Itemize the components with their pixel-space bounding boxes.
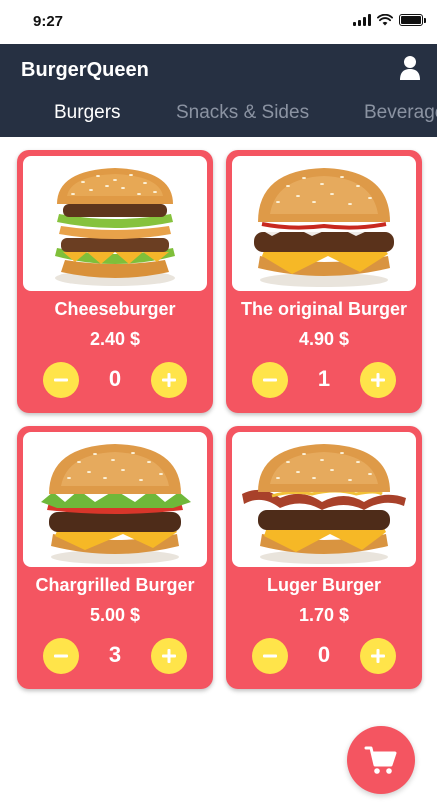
decrease-quantity-button[interactable] [43,638,79,674]
product-card: Luger Burger 1.70 $ 0 [226,426,422,689]
product-image [232,156,416,291]
product-price: 4.90 $ [298,329,350,349]
app-title: BurgerQueen [21,59,149,81]
cheeseburger-photo [254,168,394,287]
increase-quantity-button[interactable] [360,638,396,674]
cart-button[interactable] [347,726,415,794]
wifi-icon [377,14,393,26]
decrease-quantity-button[interactable] [252,638,288,674]
app-header: BurgerQueen Burgers Snacks & Sides Bever… [0,44,437,137]
quantity-value: 0 [108,366,122,391]
plus-icon [162,649,176,663]
decrease-quantity-button[interactable] [252,362,288,398]
product-price: 2.40 $ [89,329,141,349]
minus-icon [54,654,68,658]
product-card: Chargrilled Burger 5.00 $ 3 [17,426,213,689]
shopping-cart-icon [364,746,397,774]
quantity-value: 1 [317,366,331,391]
minus-icon [263,378,277,382]
plus-icon [371,373,385,387]
minus-icon [54,378,68,382]
product-name: Cheeseburger [54,299,176,319]
signal-icon [353,14,371,26]
product-name: Chargrilled Burger [35,575,195,595]
status-icons [353,14,426,26]
product-image [23,432,207,567]
plus-icon [371,649,385,663]
battery-icon [399,14,426,26]
tab-beverages[interactable]: Beverages [364,102,437,124]
decrease-quantity-button[interactable] [43,362,79,398]
product-card: Cheeseburger 2.40 $ 0 [17,150,213,413]
increase-quantity-button[interactable] [360,362,396,398]
status-time: 9:27 [33,13,64,30]
plus-icon [162,373,176,387]
person-icon[interactable] [399,55,421,81]
tab-burgers[interactable]: Burgers [54,102,121,124]
status-bar: 9:27 [0,0,437,44]
increase-quantity-button[interactable] [151,638,187,674]
minus-icon [263,654,277,658]
chargrilled-burger-photo [41,444,191,564]
product-name: Luger Burger [266,575,381,595]
product-image [23,156,207,291]
double-burger-photo [55,168,175,286]
product-image [232,432,416,567]
bacon-burger-photo [242,444,406,564]
tab-snacks-sides[interactable]: Snacks & Sides [176,102,309,124]
product-price: 1.70 $ [298,605,350,625]
product-price: 5.00 $ [89,605,141,625]
quantity-value: 0 [317,642,331,667]
quantity-value: 3 [108,642,122,667]
product-name: The original Burger [240,299,408,319]
product-card: The original Burger 4.90 $ 1 [226,150,422,413]
increase-quantity-button[interactable] [151,362,187,398]
